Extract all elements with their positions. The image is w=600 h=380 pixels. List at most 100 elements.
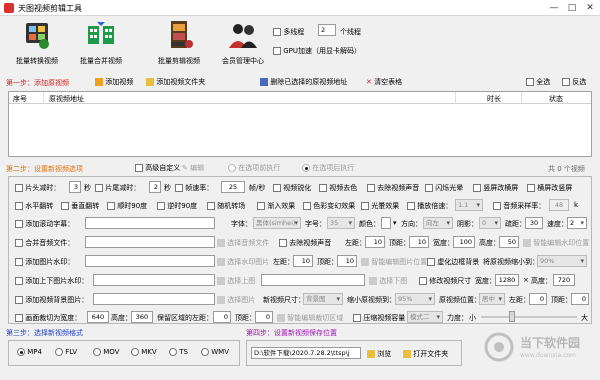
remove-audio-checkbox[interactable]	[367, 184, 375, 192]
resize-width-input[interactable]: 1280	[495, 274, 519, 286]
light-option[interactable]: 光暈效果	[361, 201, 399, 211]
color-change-option[interactable]: 色彩变幻效果	[303, 201, 355, 211]
invert-checkbox[interactable]	[562, 78, 570, 86]
remove-audio2-checkbox[interactable]	[279, 239, 287, 247]
format-flv-radio[interactable]	[55, 348, 63, 356]
size-select[interactable]: 35	[327, 217, 355, 229]
head-trim-input[interactable]: 3	[69, 181, 81, 193]
spacing-input[interactable]: 30	[525, 217, 543, 229]
advanced-option[interactable]: 高级自定义	[135, 163, 180, 173]
batch-convert-button[interactable]: 批量转换视频	[6, 20, 68, 66]
browse-button[interactable]: 浏览	[367, 349, 391, 359]
strength-slider-thumb[interactable]	[509, 311, 515, 322]
head-trim-option[interactable]: 片头减时：	[15, 183, 60, 193]
color-change-checkbox[interactable]	[303, 202, 311, 210]
bg-left-input[interactable]: 0	[529, 293, 547, 305]
scale-select[interactable]: 90%	[537, 255, 587, 267]
sample-checkbox[interactable]	[493, 202, 501, 210]
color-swatch[interactable]	[381, 217, 391, 229]
format-mov-radio[interactable]	[93, 348, 101, 356]
compress-option[interactable]: 压缩视频容量	[353, 313, 405, 323]
crop-option[interactable]: 画面裁切为宽度：	[15, 313, 81, 323]
subtitle-option[interactable]: 添加滚动字幕：	[15, 219, 74, 229]
topbottom-checkbox[interactable]	[15, 277, 23, 285]
random-transition-option[interactable]: 随机转场	[207, 201, 245, 211]
rot90-option[interactable]: 顺时90度	[107, 201, 147, 211]
format-mkv[interactable]: MKV	[131, 348, 157, 356]
fps-option[interactable]: 帧速率：	[175, 183, 213, 193]
v-to-h-option[interactable]: 横屏改竖屏	[527, 183, 572, 193]
rot90-checkbox[interactable]	[107, 202, 115, 210]
sharpen-option[interactable]: 视频锐化	[273, 183, 311, 193]
pick-audio-button[interactable]: 选择音频文件	[217, 238, 269, 248]
speed-select[interactable]: 1.1	[455, 199, 483, 211]
before-radio[interactable]	[228, 164, 236, 172]
format-mp4-radio[interactable]	[17, 348, 25, 356]
fadein-option[interactable]: 渐入效果	[257, 201, 295, 211]
col-duration[interactable]: 时长	[487, 94, 501, 104]
new-size-select[interactable]: 背景图	[303, 293, 343, 305]
select-all-option[interactable]: 全选	[526, 77, 550, 87]
sample-input[interactable]: 48	[549, 199, 569, 211]
flash-option[interactable]: 闪烁光晕	[425, 183, 463, 193]
v-to-h-checkbox[interactable]	[527, 184, 535, 192]
position-select[interactable]: 居中	[479, 293, 505, 305]
topbottom-option[interactable]: 添加上下图片水印：	[15, 276, 88, 286]
bottom-image-input[interactable]	[261, 274, 365, 286]
color-dropdown-icon[interactable]: ▾	[393, 219, 397, 227]
pick-bottom-button[interactable]: 选择下图	[369, 276, 407, 286]
tail-trim-input[interactable]: 2	[149, 181, 161, 193]
vflip-option[interactable]: 垂直翻转	[61, 201, 99, 211]
batch-merge-button[interactable]: 批量合并视频	[70, 20, 132, 66]
subtitle-checkbox[interactable]	[15, 220, 23, 228]
wm-width-input[interactable]: 100	[453, 236, 475, 248]
close-icon[interactable]: ✕	[584, 2, 596, 14]
wm-left-input[interactable]: 10	[365, 236, 385, 248]
img-top-input[interactable]: 10	[337, 255, 357, 267]
add-video-button[interactable]: 添加视频	[95, 77, 133, 87]
audio-file-input[interactable]	[85, 236, 215, 248]
member-center-button[interactable]: 会员管理中心	[212, 20, 274, 66]
crop-height-input[interactable]: 360	[131, 311, 153, 323]
multithread-option[interactable]: 多线程	[273, 27, 304, 37]
col-index[interactable]: 序号	[13, 94, 27, 104]
strength-slider[interactable]	[481, 316, 577, 318]
subtitle-input[interactable]	[85, 217, 215, 229]
clear-table-button[interactable]: ✕ 清空表格	[366, 77, 402, 87]
pick-top-button[interactable]: 选择上图	[217, 276, 255, 286]
tail-trim-option[interactable]: 片尾减时：	[95, 183, 140, 193]
scroll-speed-select[interactable]: 2	[567, 217, 587, 229]
video-table[interactable]: 序号 原视频地址 时长 状态	[8, 91, 592, 157]
batch-edit-button[interactable]: 批量剪辑视频	[148, 20, 210, 66]
shadow-select[interactable]: 0	[479, 217, 501, 229]
image-watermark-option[interactable]: 添加图片水印：	[15, 257, 74, 267]
merge-audio-checkbox[interactable]	[15, 239, 23, 247]
remove-audio2-option[interactable]: 去除视频声音	[279, 238, 331, 248]
head-trim-checkbox[interactable]	[15, 184, 23, 192]
keep-top-input[interactable]: 0	[255, 311, 273, 323]
blur-border-option[interactable]: 虚化边框背景	[427, 257, 479, 267]
after-option[interactable]: 在选项后执行	[302, 163, 354, 173]
smart-watermark-button[interactable]: 智能编辑水印位置	[523, 238, 589, 248]
random-transition-checkbox[interactable]	[207, 202, 215, 210]
format-ts-radio[interactable]	[169, 348, 177, 356]
format-flv[interactable]: FLV	[55, 348, 77, 356]
fps-checkbox[interactable]	[175, 184, 183, 192]
before-option[interactable]: 在选项前执行	[228, 163, 280, 173]
crop-width-input[interactable]: 640	[87, 311, 109, 323]
font-select[interactable]: 黑体(simhei)	[253, 217, 301, 229]
speed-checkbox[interactable]	[407, 202, 415, 210]
vflip-checkbox[interactable]	[61, 202, 69, 210]
hflip-checkbox[interactable]	[15, 202, 23, 210]
keep-left-input[interactable]: 0	[213, 311, 231, 323]
format-mkv-radio[interactable]	[131, 348, 139, 356]
decolor-checkbox[interactable]	[319, 184, 327, 192]
select-all-checkbox[interactable]	[526, 78, 534, 86]
h-to-v-checkbox[interactable]	[473, 184, 481, 192]
thread-count-input[interactable]: 2	[318, 24, 336, 36]
smart-image-button[interactable]: 智能编辑图片位置	[361, 257, 427, 267]
resize-height-input[interactable]: 720	[553, 274, 575, 286]
decolor-option[interactable]: 视频去色	[319, 183, 357, 193]
advanced-checkbox[interactable]	[135, 164, 143, 172]
sharpen-checkbox[interactable]	[273, 184, 281, 192]
